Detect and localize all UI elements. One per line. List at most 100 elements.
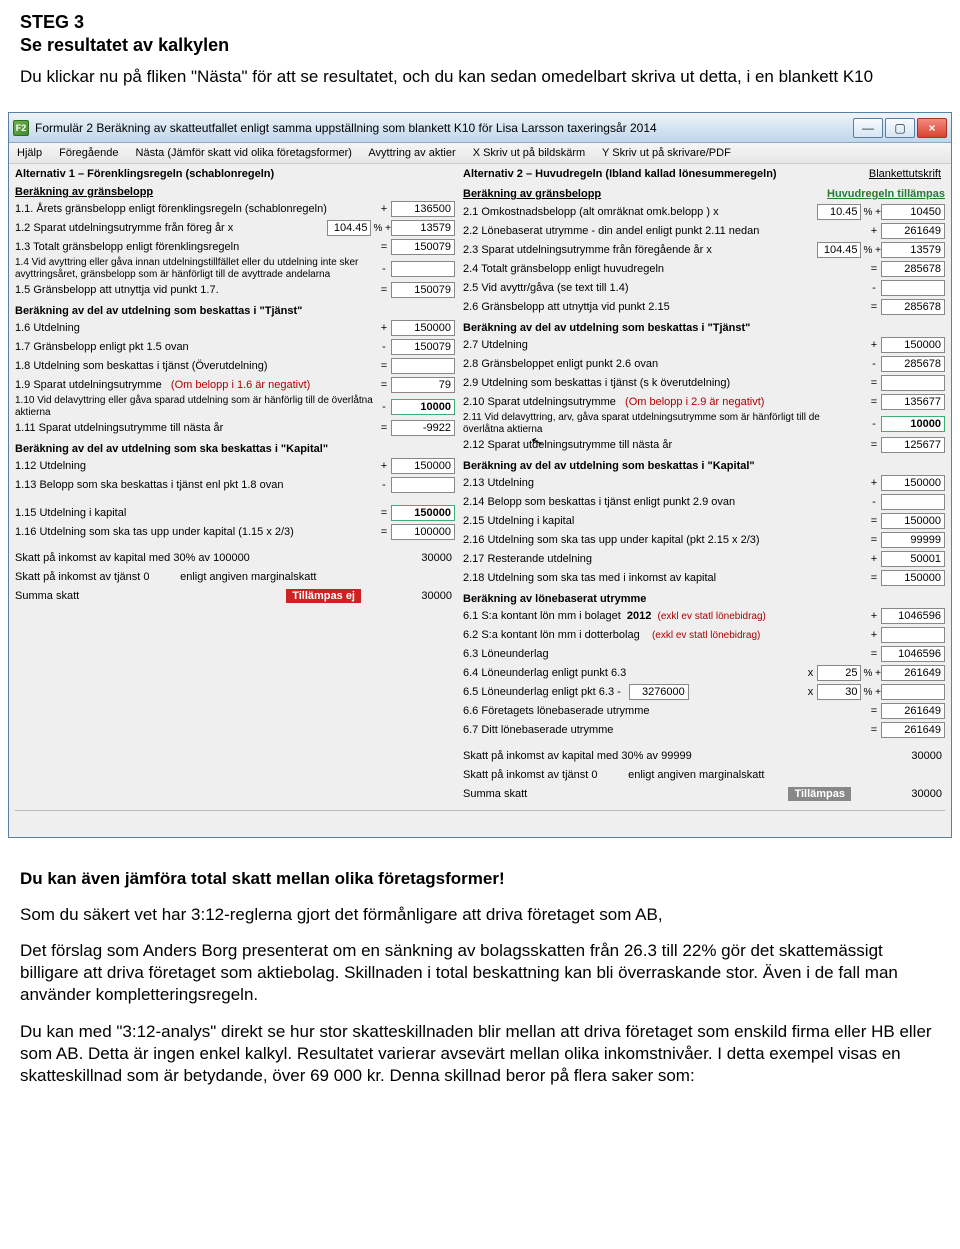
row-6-6-label: 6.6 Företagets lönebaserade utrymme <box>463 705 867 718</box>
row-2-6-label: 2.6 Gränsbelopp att utnyttja vid punkt 2… <box>463 301 867 314</box>
menu-next[interactable]: Nästa (Jämför skatt vid olika företagsfo… <box>136 147 352 159</box>
row-1-11-value: -9922 <box>391 420 455 436</box>
menu-avyttring[interactable]: Avyttring av aktier <box>368 147 455 159</box>
row-1-13-value <box>391 477 455 493</box>
maximize-button[interactable]: ▢ <box>885 118 915 138</box>
row-2-7-label: 2.7 Utdelning <box>463 339 867 352</box>
row-6-1-value: 1046596 <box>881 608 945 624</box>
row-1-6-label: 1.6 Utdelning <box>15 322 377 335</box>
step-title: STEG 3 <box>20 12 940 33</box>
para-2: Det förslag som Anders Borg presenterat … <box>20 940 940 1006</box>
row-2-12-value: 125677 <box>881 437 945 453</box>
row-2-9-value <box>881 375 945 391</box>
row-1-5-value: 150079 <box>391 282 455 298</box>
row-2-8-label: 2.8 Gränsbeloppet enligt punkt 2.6 ovan <box>463 358 867 371</box>
row-2-13-label: 2.13 Utdelning <box>463 477 867 490</box>
row-1-3-value: 150079 <box>391 239 455 255</box>
row-6-7-label: 6.7 Ditt lönebaserade utrymme <box>463 724 867 737</box>
row-1-11-label: 1.11 Sparat utdelningsutrymme till nästa… <box>15 422 377 435</box>
alt2-header: Alternativ 2 – Huvudregeln (Ibland kalla… <box>463 168 945 180</box>
separator <box>15 810 945 811</box>
row-1-9-label: 1.9 Sparat utdelningsutrymme (Om belopp … <box>15 379 377 392</box>
titlebar[interactable]: F2 Formulär 2 Beräkning av skatteutfalle… <box>9 113 951 143</box>
row-1-13-label: 1.13 Belopp som ska beskattas i tjänst e… <box>15 479 377 492</box>
row-2-18-label: 2.18 Utdelning som ska tas med i inkomst… <box>463 572 867 585</box>
row-2-5-label: 2.5 Vid avyttr/gåva (se text till 1.4) <box>463 282 867 295</box>
row-6-3-value: 1046596 <box>881 646 945 662</box>
row-1-12-value: 150000 <box>391 458 455 474</box>
row-1-10-value[interactable]: 10000 <box>391 399 455 415</box>
left-skatt-tjanst-label: Skatt på inkomst av tjänst 0 enligt angi… <box>15 571 391 584</box>
left-summa-value: 30000 <box>391 588 455 604</box>
row-6-4-label: 6.4 Löneunderlag enligt punkt 6.3 <box>463 667 803 680</box>
row-1-12-label: 1.12 Utdelning <box>15 460 377 473</box>
minimize-button[interactable]: — <box>853 118 883 138</box>
row-2-3-value: 13579 <box>881 242 945 258</box>
left-skatt-kapital-value: 30000 <box>391 550 455 566</box>
row-2-16-value: 99999 <box>881 532 945 548</box>
menu-print-screen[interactable]: X Skriv ut på bildskärm <box>473 147 585 159</box>
row-2-2-label: 2.2 Lönebaserat utrymme - din andel enli… <box>463 225 867 238</box>
alt1-header: Alternativ 1 – Förenklingsregeln (schabl… <box>15 168 455 180</box>
row-2-15-label: 2.15 Utdelning i kapital <box>463 515 867 528</box>
row-1-7-value: 150079 <box>391 339 455 355</box>
row-1-10-label: 1.10 Vid delavyttring eller gåva sparad … <box>15 395 377 418</box>
left-skatt-kapital-label: Skatt på inkomst av kapital med 30% av 1… <box>15 552 391 565</box>
menu-prev[interactable]: Föregående <box>59 147 118 159</box>
row-2-1-label: 2.1 Omkostnadsbelopp (alt omräknat omk.b… <box>463 206 817 219</box>
right-skatt-kapital-label: Skatt på inkomst av kapital med 30% av 9… <box>463 750 881 763</box>
row-2-3-label: 2.3 Sparat utdelningsutrymme från föregå… <box>463 244 817 257</box>
row-1-4-value <box>391 261 455 277</box>
left-sec-kapital: Beräkning av del av utdelning som ska be… <box>15 443 455 455</box>
close-button[interactable]: × <box>917 118 947 138</box>
row-2-17-value: 50001 <box>881 551 945 567</box>
doc-lower: Du kan även jämföra total skatt mellan o… <box>0 848 960 1121</box>
row-1-2-pct: 104.45 <box>327 220 371 236</box>
left-sec-gransbelopp: Beräkning av gränsbelopp <box>15 186 455 198</box>
row-2-3-pct: 104.45 <box>817 242 861 258</box>
row-6-5-base: 3276000 <box>629 684 689 700</box>
row-2-14-label: 2.14 Belopp som beskattas i tjänst enlig… <box>463 496 867 509</box>
row-2-9-label: 2.9 Utdelning som beskattas i tjänst (s … <box>463 377 867 390</box>
row-6-4-pct: 25 <box>817 665 861 681</box>
row-1-3-label: 1.3 Totalt gränsbelopp enligt förenkling… <box>15 241 377 254</box>
row-6-1-label: 6.1 S:a kontant lön mm i bolaget 2012 (e… <box>463 610 867 623</box>
right-skatt-kapital-value: 30000 <box>881 748 945 764</box>
row-2-10-label: 2.10 Sparat utdelningsutrymme (Om belopp… <box>463 396 867 409</box>
row-1-1-label: 1.1. Årets gränsbelopp enligt förenkling… <box>15 203 377 216</box>
row-2-1-value: 10450 <box>881 204 945 220</box>
row-1-2-value: 13579 <box>391 220 455 236</box>
row-2-11-value[interactable]: 10000 <box>881 416 945 432</box>
row-1-5-label: 1.5 Gränsbelopp att utnyttja vid punkt 1… <box>15 284 377 297</box>
para-3: Du kan med "3:12-analys" direkt se hur s… <box>20 1021 940 1087</box>
left-summa-label: Summa skatt <box>15 590 286 603</box>
menu-print-pdf[interactable]: Y Skriv ut på skrivare/PDF <box>602 147 731 159</box>
row-2-7-value: 150000 <box>881 337 945 353</box>
row-1-7-label: 1.7 Gränsbelopp enligt pkt 1.5 ovan <box>15 341 377 354</box>
row-2-8-value: 285678 <box>881 356 945 372</box>
row-2-6-value: 285678 <box>881 299 945 315</box>
row-6-4-value: 261649 <box>881 665 945 681</box>
row-1-4-label: 1.4 Vid avyttring eller gåva innan utdel… <box>15 257 377 280</box>
menu-help[interactable]: Hjälp <box>17 147 42 159</box>
right-sec-kapital: Beräkning av del av utdelning som beskat… <box>463 460 945 472</box>
row-1-1-value: 136500 <box>391 201 455 217</box>
row-2-4-value: 285678 <box>881 261 945 277</box>
row-2-2-value: 261649 <box>881 223 945 239</box>
after-app-bold: Du kan även jämföra total skatt mellan o… <box>20 869 505 888</box>
right-summa-value: 30000 <box>881 786 945 802</box>
row-2-15-value: 150000 <box>881 513 945 529</box>
right-sec-gransbelopp: Beräkning av gränsbelopp <box>463 188 827 200</box>
row-6-2-label: 6.2 S:a kontant lön mm i dotterbolag (ex… <box>463 629 867 642</box>
row-1-15-value: 150000 <box>391 505 455 521</box>
menubar: Hjälp Föregående Nästa (Jämför skatt vid… <box>9 143 951 164</box>
doc-header: STEG 3 Se resultatet av kalkylen Du klic… <box>0 0 960 88</box>
right-alt-sub: Huvudregeln tillämpas <box>827 188 945 200</box>
intro-paragraph: Du klickar nu på fliken "Nästa" för att … <box>20 66 940 88</box>
row-6-5-label: 6.5 Löneunderlag enligt pkt 6.3 - <box>463 686 625 699</box>
row-2-10-value: 135677 <box>881 394 945 410</box>
right-skatt-tjanst-label: Skatt på inkomst av tjänst 0 enligt angi… <box>463 769 881 782</box>
row-2-16-label: 2.16 Utdelning som ska tas upp under kap… <box>463 534 867 547</box>
right-column: Blankettutskrift Alternativ 2 – Huvudreg… <box>463 168 945 804</box>
row-6-2-value <box>881 627 945 643</box>
